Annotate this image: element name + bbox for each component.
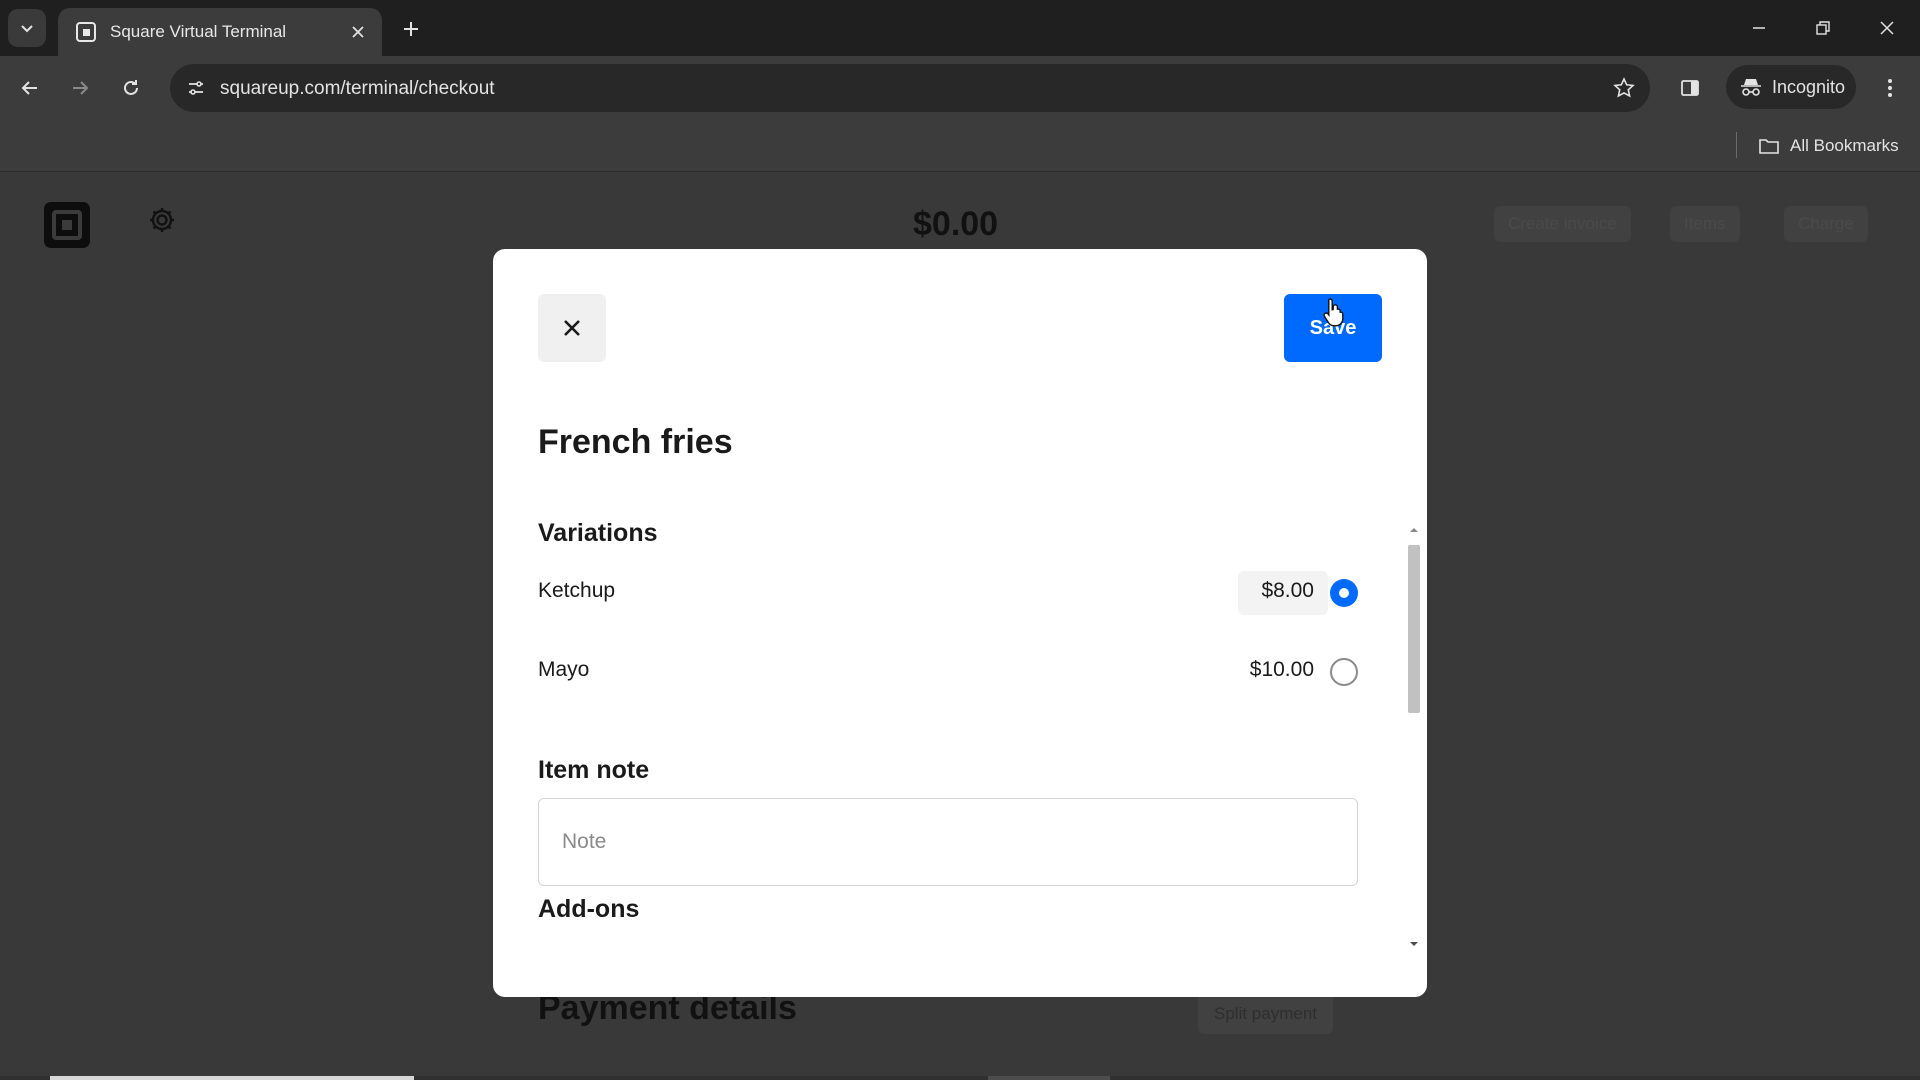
- minimize-button[interactable]: [1734, 6, 1784, 50]
- bookmark-star-button[interactable]: [1610, 74, 1638, 102]
- variation-radio-selected[interactable]: [1330, 579, 1358, 607]
- back-button[interactable]: [12, 70, 48, 106]
- tab-close-button[interactable]: [346, 20, 370, 44]
- settings-button[interactable]: [144, 202, 180, 238]
- reload-button[interactable]: [113, 70, 149, 106]
- items-button[interactable]: Items: [1670, 206, 1740, 242]
- arrow-right-icon: [73, 81, 89, 95]
- modal-scroll-thumb[interactable]: [1408, 545, 1420, 713]
- tab-square-virtual-terminal[interactable]: Square Virtual Terminal: [58, 8, 382, 56]
- incognito-icon: [1741, 79, 1761, 96]
- create-invoice-button[interactable]: Create invoice: [1494, 206, 1631, 242]
- incognito-label: Incognito: [1772, 76, 1846, 97]
- page-scroll-thumb[interactable]: [50, 1076, 414, 1080]
- square-favicon-icon: [76, 22, 96, 42]
- variations-heading: Variations: [538, 519, 658, 547]
- split-payment-button[interactable]: Split payment: [1198, 994, 1333, 1034]
- plus-icon: [404, 22, 418, 36]
- chevron-down-icon: [21, 25, 33, 33]
- close-icon: [352, 26, 364, 38]
- hand-cursor-icon: [1323, 298, 1344, 327]
- scroll-down-icon[interactable]: [1409, 939, 1419, 949]
- window-close-button[interactable]: [1862, 6, 1912, 50]
- close-icon: [564, 320, 580, 336]
- browser-menu-button[interactable]: [1872, 70, 1908, 106]
- restore-button[interactable]: [1798, 6, 1848, 50]
- browser-tabstrip: Square Virtual Terminal: [0, 0, 1920, 56]
- incognito-badge[interactable]: Incognito: [1726, 65, 1856, 109]
- site-info-button[interactable]: [182, 74, 210, 102]
- bookmarks-bar: All Bookmarks: [0, 120, 1920, 172]
- all-bookmarks-label: All Bookmarks: [1790, 136, 1899, 155]
- address-bar[interactable]: squareup.com/terminal/checkout: [170, 64, 1650, 112]
- browser-toolbar: squareup.com/terminal/checkout Incognito: [0, 56, 1920, 120]
- variation-name: Mayo: [538, 658, 590, 681]
- restore-icon: [1816, 21, 1830, 35]
- variation-option-mayo[interactable]: Mayo $10.00: [538, 642, 1358, 702]
- modal-title: French fries: [538, 423, 733, 461]
- url-text: squareup.com/terminal/checkout: [220, 78, 495, 99]
- modal-close-button[interactable]: [538, 294, 606, 362]
- item-note-input[interactable]: [538, 798, 1358, 886]
- gear-icon: [150, 208, 174, 232]
- side-panel-icon: [1681, 80, 1699, 96]
- tune-icon: [189, 81, 203, 95]
- variation-price: $8.00: [1261, 579, 1314, 602]
- page-scroll-indicator: [988, 1076, 1110, 1080]
- page-horizontal-scrollbar[interactable]: [0, 1076, 1920, 1080]
- scroll-up-icon[interactable]: [1409, 525, 1419, 535]
- forward-button[interactable]: [62, 70, 98, 106]
- charge-button[interactable]: Charge: [1784, 206, 1868, 242]
- modal-scroll-area: Variations Ketchup $8.00 Mayo $10.00 Ite…: [493, 519, 1427, 959]
- variation-name: Ketchup: [538, 579, 616, 602]
- new-tab-button[interactable]: [396, 14, 426, 44]
- side-panel-button[interactable]: [1672, 70, 1708, 106]
- item-note-heading: Item note: [538, 756, 650, 784]
- tab-title: Square Virtual Terminal: [110, 22, 287, 41]
- arrow-left-icon: [21, 81, 37, 95]
- square-logo-icon: [52, 210, 82, 240]
- close-icon: [1880, 21, 1894, 35]
- bookmarks-separator: [1736, 132, 1737, 158]
- checkout-total: $0.00: [913, 205, 999, 243]
- item-modal: Save French fries Variations Ketchup $8.…: [493, 249, 1427, 997]
- variation-option-ketchup[interactable]: Ketchup $8.00: [538, 563, 1358, 623]
- variation-price: $10.00: [1249, 658, 1314, 681]
- reload-icon: [124, 80, 138, 95]
- tab-search-button[interactable]: [8, 9, 46, 47]
- minimize-icon: [1753, 27, 1765, 29]
- square-logo[interactable]: [44, 202, 90, 248]
- folder-icon: [1759, 139, 1779, 154]
- addons-heading: Add-ons: [538, 895, 640, 923]
- all-bookmarks-button[interactable]: All Bookmarks: [1758, 130, 1899, 162]
- more-vertical-icon: [1888, 79, 1892, 97]
- variation-radio[interactable]: [1330, 658, 1358, 686]
- modal-scrollbar[interactable]: [1405, 521, 1423, 953]
- star-icon: [1613, 77, 1635, 98]
